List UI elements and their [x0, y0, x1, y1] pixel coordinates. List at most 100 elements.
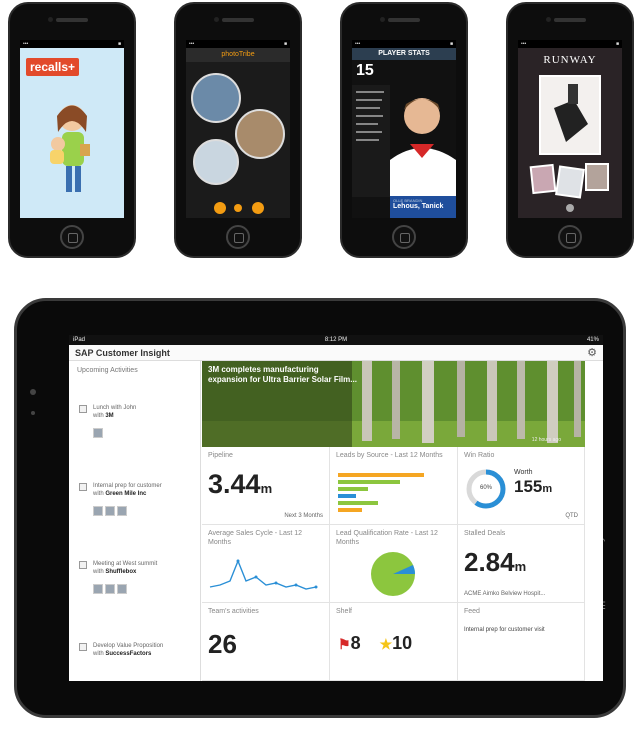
pipeline-tile[interactable]: Pipeline 3.44m Next 3 Months [202, 447, 330, 525]
activity-item[interactable]: Internal prep for customer with Green Mi… [69, 479, 200, 535]
activity-item[interactable]: Develop Value Proposition with SuccessFa… [69, 639, 200, 679]
camera-icon [546, 17, 551, 22]
leads-tile[interactable]: Leads by Source - Last 12 Months [330, 447, 458, 525]
star-icon: ★ [379, 636, 393, 652]
sales-cycle-tile[interactable]: Average Sales Cycle - Last 12 Months [202, 525, 330, 603]
activity-title: Lunch with John [93, 405, 137, 411]
shelf-tile[interactable]: Shelf ⚑8 ★10 [330, 603, 458, 681]
battery-label: 41% [586, 337, 599, 343]
app-title: SAP Customer Insight [75, 348, 170, 358]
tile-title: Shelf [336, 608, 352, 615]
news-headline: 3M completes manufacturing expansion for… [208, 365, 357, 384]
player-name-bar: OLLE BRANDIN Lehous, Tanick [390, 196, 456, 218]
activity-title: Meeting at West summit [93, 561, 158, 567]
home-button[interactable] [60, 225, 84, 249]
phone-player-stats: ••• ■ PLAYER STATS 15 OLLE BRANDIN Lehous… [340, 2, 468, 258]
with-label: with [93, 413, 104, 419]
worth-unit: m [542, 483, 553, 495]
tile-title: Stalled Deals [464, 530, 506, 537]
news-banner[interactable]: 3M completes manufacturing expansion for… [202, 361, 585, 447]
pipeline-value: 3.44 [208, 469, 261, 499]
tile-title: Team's activities [208, 608, 259, 615]
phototribe-title: photoTribe [221, 51, 255, 58]
stalled-deals-tile[interactable]: Stalled Deals 2.84m ACME Aimko Belview H… [458, 525, 585, 603]
activity-item[interactable]: Meeting at West summit with Shufflebox [69, 557, 200, 613]
player-name: Lehous, Tanick [393, 203, 444, 210]
calendar-icon [79, 643, 87, 651]
activities-sidebar: Upcoming Activities Lunch with John with… [69, 361, 201, 681]
carrier-label: iPad [73, 337, 86, 343]
pipeline-unit: m [260, 481, 273, 496]
avatar[interactable] [93, 584, 103, 594]
clock: 8:12 PM [324, 337, 348, 343]
home-button[interactable] [226, 225, 250, 249]
sidebar-heading: Upcoming Activities [77, 367, 138, 374]
avatar[interactable] [105, 506, 115, 516]
player-photo [352, 85, 456, 198]
star-count: 10 [392, 633, 413, 653]
phone-recalls: ••• ■ recalls+ [8, 2, 136, 258]
player-stats-screen: ••• ■ PLAYER STATS 15 OLLE BRANDIN Lehous… [352, 40, 456, 218]
worth-label: Worth [514, 469, 533, 476]
ipad-status-bar: iPad 8:12 PM 41% [69, 335, 603, 345]
phone-runway: ••• ■ RUNWAY [506, 2, 634, 258]
feed-tile[interactable]: Feed Internal prep for customer visit [458, 603, 585, 681]
front-camera-icon [30, 389, 36, 395]
camera-icon [48, 17, 53, 22]
settings-gear-icon[interactable]: ⚙ [587, 346, 597, 359]
phototribe-header: photoTribe [186, 48, 290, 62]
lead-qualification-pie [371, 552, 415, 596]
flag-icon: ⚑ [338, 636, 351, 652]
with-label: with [93, 651, 104, 657]
light-sensor-icon [31, 411, 35, 415]
tile-title: Average Sales Cycle - Last 12 Months [208, 530, 303, 546]
stalled-account: ACME Aimko Belview Hospit... [464, 591, 546, 597]
tile-title: Win Ratio [464, 452, 495, 459]
team-activities-tile[interactable]: Team's activities 26 [202, 603, 330, 681]
runway-screen: ••• ■ RUNWAY [518, 40, 622, 218]
feed-item[interactable]: Internal prep for customer visit [464, 627, 545, 633]
avatar[interactable] [93, 428, 103, 438]
phone-phototribe: ••• ■ photoTribe [174, 2, 302, 258]
activity-company: Green Mile Inc [105, 491, 147, 497]
tablet-device: ⌕ ⌂ ↶ ☰ iPad 8:12 PM 41% SAP Customer In… [14, 298, 626, 718]
stalled-value: 2.84 [464, 547, 515, 577]
activity-item[interactable]: Lunch with John with 3M [69, 401, 200, 457]
tile-title: Lead Qualification Rate - Last 12 Months [336, 530, 438, 546]
activity-title: Develop Value Proposition [93, 643, 164, 649]
news-source: 12 hours ago [531, 437, 561, 443]
pipeline-period: Next 3 Months [284, 513, 323, 519]
photo-circles [191, 73, 285, 214]
home-button[interactable] [558, 225, 582, 249]
camera-icon [214, 17, 219, 22]
sap-app-screen: iPad 8:12 PM 41% SAP Customer Insight ⚙ … [69, 335, 603, 681]
camera-icon [380, 17, 385, 22]
avatar[interactable] [105, 584, 115, 594]
calendar-icon [79, 561, 87, 569]
tile-title: Feed [464, 608, 480, 615]
tile-title: Pipeline [208, 452, 233, 459]
avatar[interactable] [93, 506, 103, 516]
calendar-icon [79, 483, 87, 491]
home-button[interactable] [392, 225, 416, 249]
mother-child-illustration [50, 105, 90, 192]
speaker-grille [56, 18, 88, 22]
calendar-icon [79, 405, 87, 413]
runway-photos [529, 75, 609, 212]
avatar[interactable] [117, 506, 127, 516]
activity-company: SuccessFactors [105, 651, 152, 657]
avatar[interactable] [117, 584, 127, 594]
activity-company: Shufflebox [105, 569, 137, 575]
win-ratio-tile[interactable]: Win Ratio 60% Worth 155m QTD [458, 447, 585, 525]
phototribe-screen: ••• ■ photoTribe [186, 40, 290, 218]
team-activities-count: 26 [208, 629, 237, 659]
stalled-unit: m [514, 559, 527, 574]
runway-brand: RUNWAY [543, 54, 597, 66]
lead-qualification-tile[interactable]: Lead Qualification Rate - Last 12 Months [330, 525, 458, 603]
speaker-grille [222, 18, 254, 22]
speaker-grille [388, 18, 420, 22]
status-bar: ••• ■ [186, 40, 290, 48]
tile-title: Leads by Source - Last 12 Months [336, 452, 443, 459]
leads-bar-chart [338, 473, 424, 512]
activity-title: Internal prep for customer [93, 483, 162, 489]
